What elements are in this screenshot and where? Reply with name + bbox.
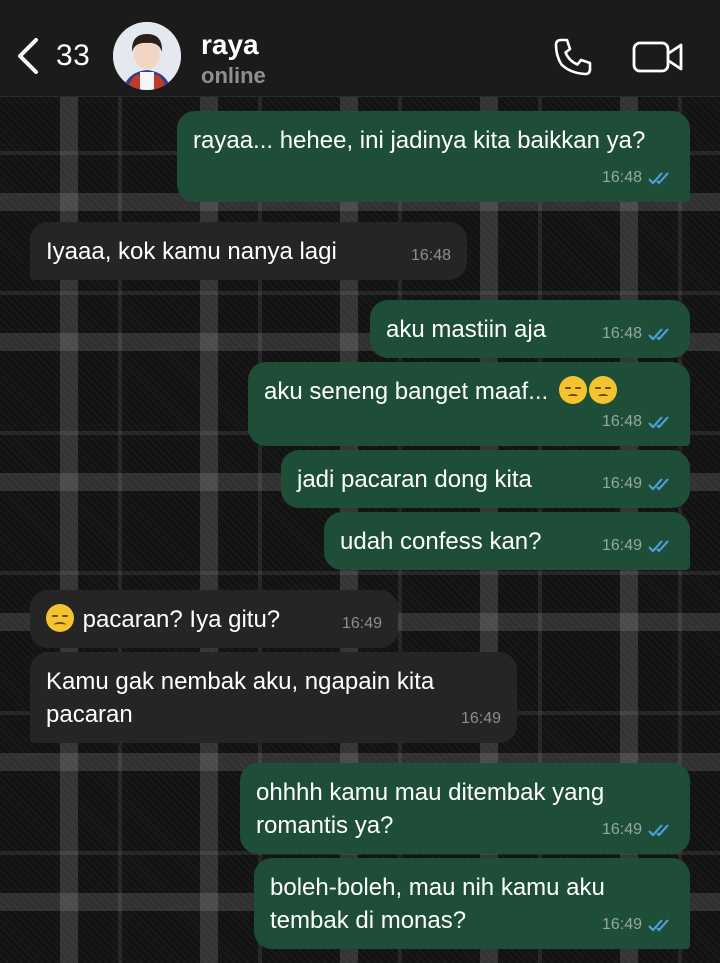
- message-time: 16:49: [601, 537, 642, 554]
- message-time: 16:48: [601, 325, 642, 342]
- outgoing-message[interactable]: udah confess kan? 16:49: [324, 512, 690, 570]
- back-button[interactable]: 33: [14, 34, 104, 78]
- message-time: 16:49: [601, 821, 642, 838]
- message-time: 16:49: [460, 710, 501, 727]
- contact-status: online: [201, 63, 266, 88]
- message-time: 16:49: [341, 615, 382, 632]
- message-time: 16:49: [601, 916, 642, 933]
- read-ticks-icon: [648, 823, 669, 836]
- video-camera-icon: [632, 41, 683, 73]
- pensive-face-icon: [558, 376, 587, 404]
- read-ticks-icon: [648, 539, 669, 552]
- outgoing-message[interactable]: jadi pacaran dong kita 16:49: [281, 450, 690, 508]
- incoming-message[interactable]: Kamu gak nembak aku, ngapain kita pacara…: [30, 652, 517, 743]
- outgoing-message[interactable]: aku seneng banget maaf... 16:48: [248, 362, 690, 446]
- pensive-face-icon: [588, 376, 617, 404]
- unread-count: 33: [56, 39, 91, 72]
- message-text: pacaran? Iya gitu?: [82, 606, 281, 633]
- read-ticks-icon: [648, 477, 669, 490]
- read-ticks-icon: [648, 327, 669, 340]
- read-ticks-icon: [648, 918, 669, 931]
- message-text: Iyaaa, kok kamu nanya lagi: [46, 238, 337, 265]
- phone-icon: [554, 38, 592, 76]
- chat-header: 33 raya online: [0, 0, 720, 97]
- worried-face-icon: [46, 604, 74, 632]
- message-time: 16:49: [601, 475, 642, 492]
- message-text: aku seneng banget maaf...: [264, 378, 549, 405]
- video-call-button[interactable]: [632, 40, 684, 74]
- chevron-left-icon: [18, 38, 38, 74]
- avatar[interactable]: [113, 22, 181, 90]
- message-time: 16:48: [410, 247, 451, 264]
- message-text: rayaa... hehee, ini jadinya kita baikkan…: [193, 127, 646, 154]
- message-text: Kamu gak nembak aku, ngapain kita pacara…: [46, 668, 435, 728]
- read-ticks-icon: [648, 415, 669, 428]
- contact-name[interactable]: raya: [201, 29, 259, 61]
- read-ticks-icon: [648, 171, 669, 184]
- voice-call-button[interactable]: [552, 36, 594, 78]
- incoming-message[interactable]: pacaran? Iya gitu? 16:49: [30, 590, 398, 648]
- outgoing-message[interactable]: aku mastiin aja 16:48: [370, 300, 690, 358]
- outgoing-message[interactable]: boleh-boleh, mau nih kamu aku tembak di …: [254, 858, 690, 949]
- message-time: 16:48: [601, 169, 642, 186]
- outgoing-message[interactable]: rayaa... hehee, ini jadinya kita baikkan…: [177, 111, 690, 202]
- outgoing-message[interactable]: ohhhh kamu mau ditembak yang romantis ya…: [240, 763, 690, 854]
- incoming-message[interactable]: Iyaaa, kok kamu nanya lagi 16:48: [30, 222, 467, 280]
- message-time: 16:48: [601, 413, 642, 430]
